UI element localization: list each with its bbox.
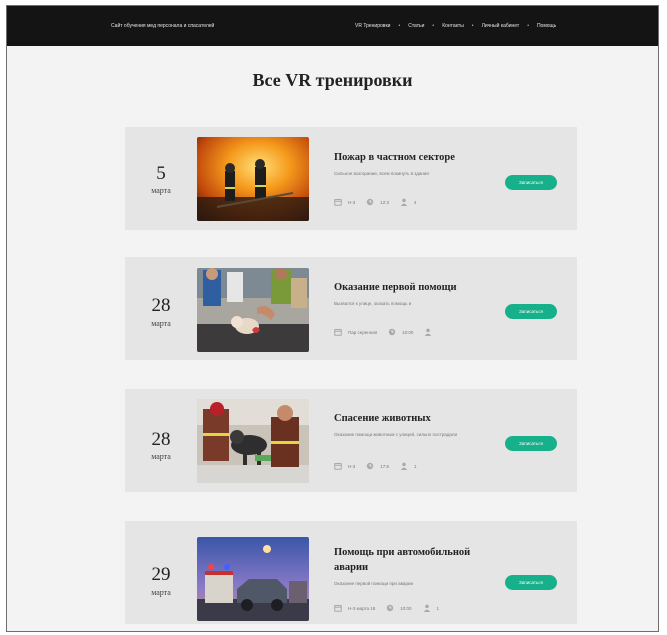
date-month: марта xyxy=(151,452,171,461)
clock-icon xyxy=(367,198,374,206)
nav-separator: • xyxy=(432,23,435,29)
nav-item-contacts[interactable]: Контакты xyxy=(442,23,464,29)
card-description: Вызвался к улице, оказать помощь и xyxy=(334,301,412,306)
card-title[interactable]: Пожар в частном секторе xyxy=(334,150,504,165)
training-card: 29 марта Помощь при автомобильной аварии… xyxy=(125,521,577,624)
card-meta: Н-3 17:6 1 xyxy=(334,462,428,470)
date-day: 28 xyxy=(151,429,171,450)
nav-item-account[interactable]: Личный кабинет xyxy=(482,23,520,29)
training-card: 28 марта Спасение животных Оказание помо… xyxy=(125,389,577,492)
nav-item-vr-trainings[interactable]: VR Тренировки xyxy=(355,23,390,29)
date-day: 29 xyxy=(151,564,171,585)
meta-date: Н-3 xyxy=(348,463,356,469)
user-icon xyxy=(400,198,408,206)
date-month: марта xyxy=(151,319,171,328)
training-card: 5 марта Пожар в частном секторе Сильное … xyxy=(125,127,577,230)
card-description: Оказание помощи животным с улицей, сильн… xyxy=(334,432,458,437)
card-description: Сильное возгорание, всем покинуть в здан… xyxy=(334,171,429,176)
top-navbar: Сайт обучения мед персонала и спасателей… xyxy=(7,6,658,46)
card-title[interactable]: Спасение животных xyxy=(334,411,504,426)
calendar-icon xyxy=(334,199,342,206)
date-month: марта xyxy=(151,588,171,597)
meta-time: 10:00 xyxy=(400,605,412,611)
nav-item-articles[interactable]: Статьи xyxy=(408,23,424,29)
firefighters-photo[interactable] xyxy=(197,137,309,221)
card-title[interactable]: Оказание первой помощи xyxy=(334,280,504,295)
card-description: Оказание первой помощи при аварии xyxy=(334,581,413,586)
user-icon xyxy=(425,328,432,336)
nav-separator: • xyxy=(398,23,401,29)
main-nav: VR Тренировки • Статьи • Контакты • Личн… xyxy=(355,23,556,29)
user-icon xyxy=(423,604,430,612)
animal-rescue-photo[interactable] xyxy=(197,399,309,483)
page-frame: Сайт обучения мед персонала и спасателей… xyxy=(6,5,659,632)
nav-separator: • xyxy=(471,23,474,29)
signup-button[interactable]: Записаться xyxy=(505,175,557,190)
nav-item-help[interactable]: Помощь xyxy=(537,23,556,29)
meta-participants: 1 xyxy=(414,463,417,469)
card-meta: Пар серенная 10:00 xyxy=(334,328,449,336)
training-card: 28 марта Оказание первой помощи Вызвался… xyxy=(125,257,577,360)
meta-date: Н-3 марта 18 xyxy=(348,605,376,611)
clock-icon xyxy=(388,328,396,336)
site-title[interactable]: Сайт обучения мед персонала и спасателей xyxy=(111,23,214,29)
meta-date: Пар серенная xyxy=(348,329,378,335)
page-title: Все VR тренировки xyxy=(252,70,413,90)
car-crash-photo[interactable] xyxy=(197,537,309,621)
calendar-icon xyxy=(334,463,342,470)
meta-time: 12:3 xyxy=(380,199,390,205)
signup-button[interactable]: Записаться xyxy=(505,436,557,451)
user-icon xyxy=(400,462,408,470)
card-title[interactable]: Помощь при автомобильной аварии xyxy=(334,545,504,575)
calendar-icon xyxy=(334,605,342,612)
clock-icon xyxy=(367,462,374,470)
signup-button[interactable]: Записаться xyxy=(505,304,557,319)
date-day: 5 xyxy=(156,163,166,184)
signup-button[interactable]: Записаться xyxy=(505,575,557,590)
card-meta: Н-3 12:3 4 xyxy=(334,198,428,206)
meta-time: 10:00 xyxy=(402,329,414,335)
first-aid-photo[interactable] xyxy=(197,268,309,352)
nav-separator: • xyxy=(527,23,529,29)
date-month: марта xyxy=(151,186,171,195)
meta-time: 17:6 xyxy=(380,463,390,469)
clock-icon xyxy=(387,604,394,612)
meta-date: Н-3 xyxy=(348,199,356,205)
calendar-icon xyxy=(334,329,342,336)
meta-participants: 4 xyxy=(414,199,417,205)
card-meta: Н-3 марта 18 10:00 1 xyxy=(334,604,450,612)
meta-participants: 1 xyxy=(436,605,440,611)
date-day: 28 xyxy=(151,295,171,316)
